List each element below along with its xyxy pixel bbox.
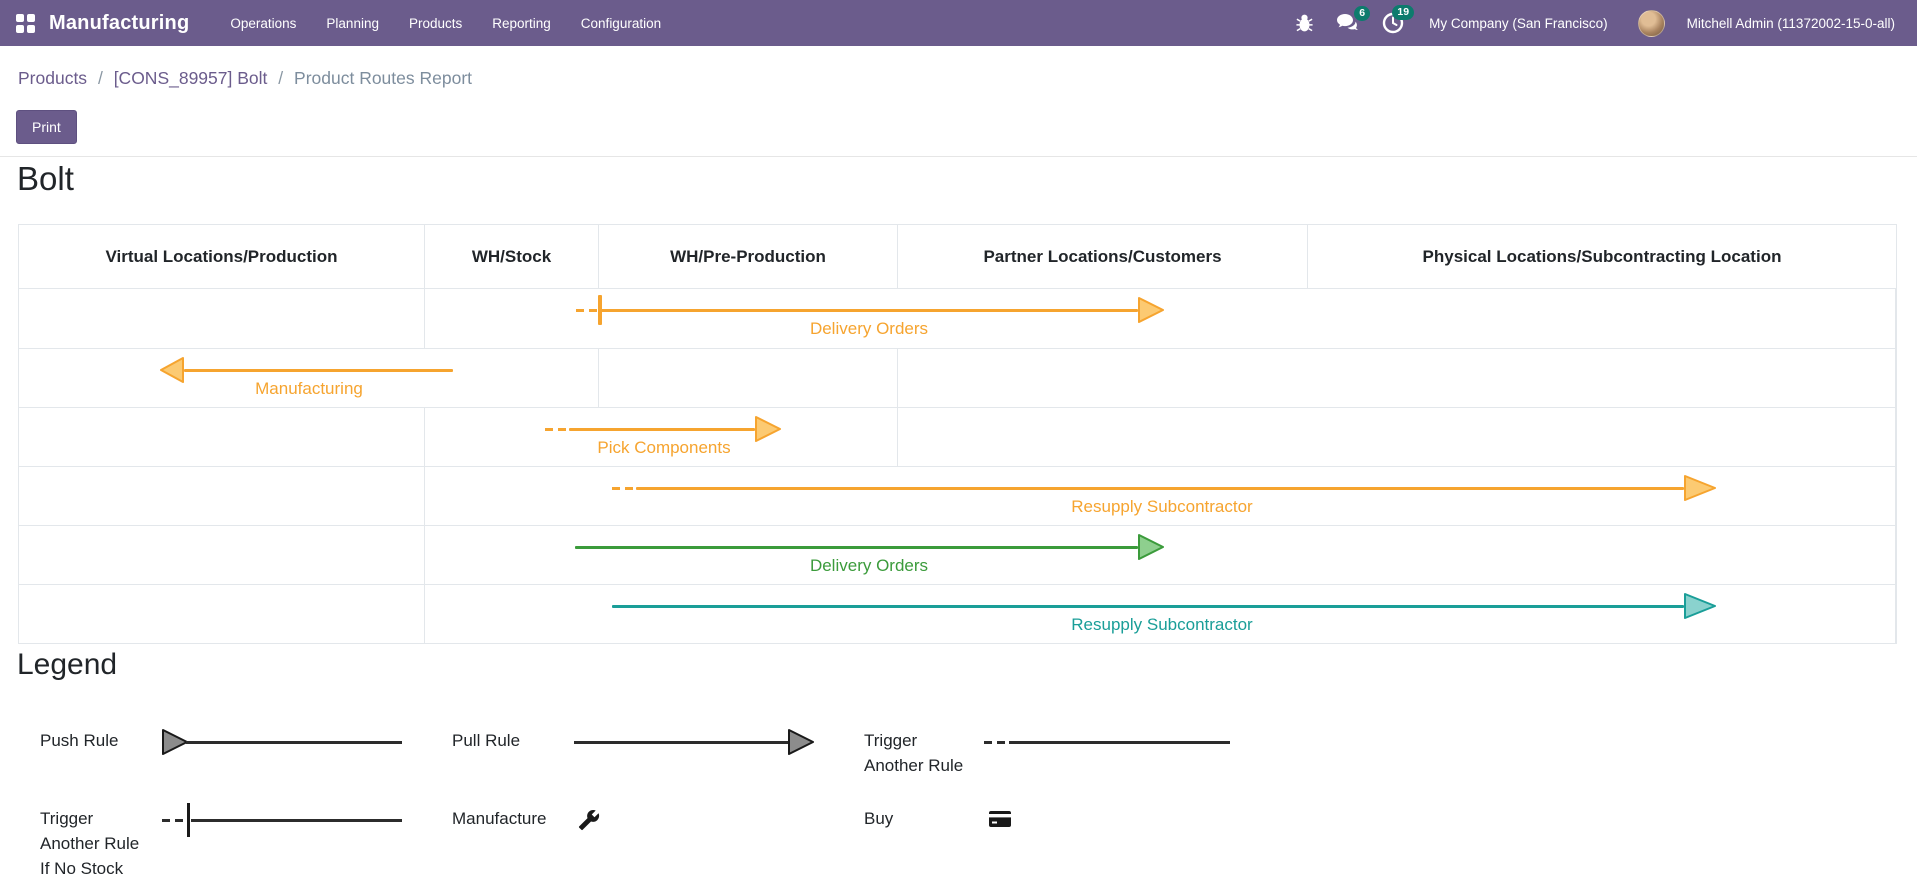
- activities-count-badge: 19: [1392, 5, 1415, 20]
- legend-label-push-rule: Push Rule: [40, 731, 119, 750]
- user-menu[interactable]: Mitchell Admin (11372002-15-0-all): [1687, 16, 1895, 31]
- route-arrowhead-icon: [1138, 534, 1164, 565]
- navbar-right: 6 19 My Company (San Francisco) Mitchell…: [1284, 5, 1901, 37]
- route-line: [184, 368, 453, 372]
- route-cell: [898, 349, 1896, 407]
- nav-menu-operations[interactable]: Operations: [215, 0, 311, 46]
- route-dash-segment: [545, 427, 567, 431]
- nav-menu-reporting[interactable]: Reporting: [477, 0, 566, 46]
- legend-line: [186, 740, 402, 744]
- route-row: Pick Components: [19, 407, 1896, 466]
- route-row: Manufacturing: [19, 348, 1896, 407]
- route-label: Resupply Subcontractor: [1071, 497, 1253, 516]
- print-button[interactable]: Print: [16, 110, 77, 144]
- route-line: [612, 604, 1684, 608]
- route-label: Delivery Orders: [809, 319, 929, 338]
- route-label: Pick Components: [597, 438, 731, 457]
- control-panel-divider: [0, 156, 1917, 157]
- app-menu-bar: Operations Planning Products Reporting Confi…: [215, 0, 676, 46]
- route-line: [598, 308, 1138, 312]
- route-cell: [19, 467, 425, 525]
- route-line: [575, 545, 1138, 549]
- nav-menu-configuration[interactable]: Configuration: [566, 0, 676, 46]
- route-line: [569, 427, 755, 431]
- user-avatar[interactable]: [1637, 9, 1665, 37]
- page-title: Bolt: [17, 160, 74, 197]
- legend-arrowhead-icon: [162, 729, 188, 760]
- route-cell: [898, 408, 1896, 466]
- nav-menu-products[interactable]: Products: [394, 0, 477, 46]
- messages-menu[interactable]: 6: [1336, 6, 1371, 33]
- company-switcher[interactable]: My Company (San Francisco): [1429, 16, 1608, 31]
- breadcrumb-current: Product Routes Report: [294, 68, 473, 88]
- credit-card-icon: [988, 809, 1012, 834]
- legend-line: [1009, 740, 1230, 744]
- legend-label-trigger-another-rule-if-no-stock: Trigger Another Rule If No Stock: [40, 809, 140, 878]
- column-header: WH/Stock: [425, 225, 599, 288]
- wrench-icon: [578, 809, 600, 836]
- route-cell: [19, 585, 425, 643]
- route-line: [636, 486, 1684, 490]
- routes-table: Virtual Locations/Production WH/Stock WH/P…: [18, 224, 1897, 644]
- route-cell: [599, 349, 898, 407]
- legend-arrowhead-icon: [788, 729, 814, 760]
- legend-label-buy: Buy: [864, 809, 894, 828]
- legend-label-pull-rule: Pull Rule: [452, 731, 521, 750]
- route-label: Resupply Subcontractor: [1071, 615, 1253, 634]
- route-dash-segment: [612, 486, 634, 490]
- breadcrumb-separator: /: [278, 68, 284, 88]
- route-arrowhead-icon: [1684, 475, 1716, 506]
- column-header: Virtual Locations/Production: [19, 225, 425, 288]
- breadcrumb: Products / [CONS_89957] Bolt / Product R…: [18, 68, 472, 89]
- column-header: Physical Locations/Subcontracting Locati…: [1422, 246, 1782, 266]
- route-cell: [19, 526, 425, 584]
- route-label: Delivery Orders: [809, 556, 929, 575]
- legend-line: [574, 740, 790, 744]
- route-row: Delivery Orders: [19, 525, 1896, 584]
- route-row: Delivery Orders: [19, 289, 1896, 348]
- activities-menu[interactable]: 19: [1382, 5, 1415, 34]
- legend-dash-segment: [984, 740, 1007, 744]
- app-brand[interactable]: Manufacturing: [49, 12, 189, 35]
- breadcrumb-products[interactable]: Products: [18, 68, 87, 88]
- route-dash-segment: [576, 308, 597, 312]
- product-routes-report-page: Manufacturing Operations Planning Products…: [0, 0, 1917, 889]
- route-arrowhead-icon: [1138, 297, 1164, 328]
- route-row: Resupply Subcontractor: [19, 466, 1896, 525]
- legend-label-manufacture: Manufacture: [452, 809, 547, 828]
- breadcrumb-product-bolt[interactable]: [CONS_89957] Bolt: [114, 68, 268, 88]
- column-header: WH/Pre-Production: [599, 225, 898, 288]
- routes-table-header: Virtual Locations/Production WH/Stock WH/P…: [19, 225, 1896, 289]
- route-arrowhead-icon: [1684, 593, 1716, 624]
- legend-title: Legend: [17, 648, 118, 681]
- nav-menu-planning[interactable]: Planning: [311, 0, 394, 46]
- route-cell: [19, 408, 425, 466]
- legend-line: [191, 818, 402, 822]
- apps-grid-icon[interactable]: [16, 13, 35, 33]
- route-row: Resupply Subcontractor: [19, 584, 1896, 643]
- top-navbar: Manufacturing Operations Planning Products…: [0, 0, 1917, 46]
- column-header: Partner Locations/Customers: [898, 225, 1308, 288]
- debug-menu[interactable]: [1295, 13, 1314, 33]
- route-cell: [19, 289, 425, 348]
- messages-count-badge: 6: [1354, 6, 1371, 21]
- legend-label-trigger-another-rule: Trigger Another Rule: [864, 731, 964, 775]
- legend-tick: [187, 803, 190, 837]
- legend-dash-segment: [162, 818, 184, 822]
- breadcrumb-separator: /: [97, 68, 103, 88]
- route-label: Manufacturing: [255, 379, 363, 398]
- bug-icon: [1296, 14, 1313, 32]
